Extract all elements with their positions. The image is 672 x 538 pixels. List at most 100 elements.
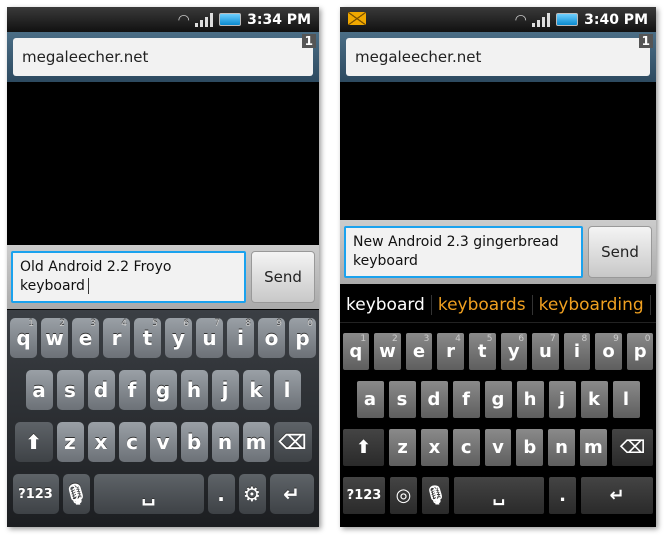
key-v[interactable]: v [149, 422, 177, 462]
key-y[interactable]: 6y [165, 318, 192, 358]
key-f[interactable]: f [452, 381, 480, 418]
key-k[interactable]: k [242, 370, 270, 410]
key-label: h [523, 389, 537, 410]
key-u[interactable]: 7u [532, 333, 559, 370]
key-d[interactable]: d [87, 370, 115, 410]
key-d[interactable]: d [420, 381, 448, 418]
mic-key[interactable]: 🎙 [62, 474, 90, 514]
key-o[interactable]: 9o [595, 333, 622, 370]
key-label: g [155, 378, 171, 402]
key-label: t [142, 326, 153, 350]
symbols-key[interactable]: ?123 [12, 474, 59, 514]
key-l[interactable]: l [273, 370, 301, 410]
settings-key[interactable]: ◎ [390, 477, 417, 514]
key-g[interactable]: g [149, 370, 177, 410]
key-z[interactable]: z [56, 422, 84, 462]
key-q[interactable]: 1q [342, 333, 370, 370]
key-number: 8 [245, 319, 251, 329]
key-e[interactable]: 3e [72, 318, 99, 358]
backspace-icon: ⌫ [619, 437, 646, 458]
suggestion-item[interactable]: keyboards [432, 294, 533, 315]
key-w[interactable]: 2w [374, 333, 401, 370]
key-w[interactable]: 2w [41, 318, 68, 358]
key-m[interactable]: m [242, 422, 270, 462]
key-h[interactable]: h [180, 370, 208, 410]
key-n[interactable]: n [548, 429, 575, 466]
key-e[interactable]: 3e [405, 333, 433, 370]
key-y[interactable]: 6y [500, 333, 528, 370]
key-number: 4 [121, 319, 127, 329]
key-g[interactable]: g [484, 381, 512, 418]
shift-key[interactable]: ⬆ [14, 422, 53, 462]
suggestion-item[interactable]: k [651, 295, 656, 315]
key-label: a [363, 389, 377, 410]
enter-icon: ↵ [609, 485, 625, 506]
key-p[interactable]: 0p [626, 333, 654, 370]
settings-key[interactable]: ⚙ [238, 474, 266, 514]
key-label: l [622, 389, 630, 410]
shift-key[interactable]: ⬆ [342, 429, 385, 466]
period-key[interactable]: . [207, 474, 235, 514]
key-label: w [379, 341, 396, 362]
send-button[interactable]: Send [588, 226, 652, 278]
key-u[interactable]: 7u [196, 318, 223, 358]
key-x[interactable]: x [421, 429, 448, 466]
key-a[interactable]: a [356, 381, 384, 418]
key-i[interactable]: 8i [227, 318, 254, 358]
key-j[interactable]: j [211, 370, 239, 410]
key-row: asdfghjkl [7, 370, 319, 410]
mic-key[interactable]: 🎙 [422, 477, 449, 514]
key-l[interactable]: l [612, 381, 640, 418]
backspace-key[interactable]: ⌫ [611, 429, 654, 466]
key-c[interactable]: c [118, 422, 146, 462]
key-f[interactable]: f [118, 370, 146, 410]
backspace-key[interactable]: ⌫ [273, 422, 312, 462]
symbols-key[interactable]: ?123 [343, 477, 385, 514]
key-q[interactable]: 1q [10, 318, 37, 358]
url-field[interactable]: megaleecher.net [346, 38, 650, 76]
message-input[interactable]: Old Android 2.2 Froyo keyboard [11, 251, 246, 303]
key-x[interactable]: x [87, 422, 115, 462]
key-number: 5 [152, 319, 158, 329]
key-label: b [523, 437, 537, 458]
enter-key[interactable]: ↵ [581, 477, 653, 514]
key-label: i [573, 341, 581, 362]
tab-count-badge[interactable]: 1 [638, 34, 653, 48]
key-b[interactable]: b [180, 422, 208, 462]
url-field[interactable]: megaleecher.net [13, 38, 313, 76]
period-key[interactable]: . [549, 477, 576, 514]
key-label: v [492, 437, 504, 458]
key-z[interactable]: z [389, 429, 416, 466]
key-o[interactable]: 9o [258, 318, 285, 358]
shift-arrow-icon: ⬆ [25, 430, 42, 454]
suggestion-item[interactable]: keyboarding [533, 294, 651, 315]
key-label: p [295, 326, 310, 350]
suggestion-item[interactable]: keyboard [346, 294, 432, 315]
key-r[interactable]: 4r [437, 333, 464, 370]
enter-key[interactable]: ↵ [269, 474, 314, 514]
key-a[interactable]: a [25, 370, 53, 410]
send-button[interactable]: Send [251, 251, 315, 303]
key-h[interactable]: h [516, 381, 544, 418]
message-input[interactable]: New Android 2.3 gingerbread keyboard [344, 226, 583, 278]
key-label: q [16, 326, 31, 350]
space-key[interactable]: ␣ [93, 474, 204, 514]
key-v[interactable]: v [484, 429, 512, 466]
signal-icon [532, 12, 551, 27]
key-s[interactable]: s [56, 370, 84, 410]
key-p[interactable]: 0p [289, 318, 316, 358]
key-i[interactable]: 8i [563, 333, 591, 370]
key-k[interactable]: k [580, 381, 608, 418]
key-s[interactable]: s [388, 381, 416, 418]
key-n[interactable]: n [211, 422, 239, 462]
key-r[interactable]: 4r [103, 318, 130, 358]
key-m[interactable]: m [579, 429, 607, 466]
tab-count-badge[interactable]: 1 [301, 34, 316, 48]
key-c[interactable]: c [452, 429, 480, 466]
key-t[interactable]: 5t [134, 318, 161, 358]
key-j[interactable]: j [548, 381, 576, 418]
key-b[interactable]: b [516, 429, 544, 466]
battery-icon [219, 13, 242, 26]
space-key[interactable]: ␣ [454, 477, 544, 514]
key-t[interactable]: 5t [468, 333, 496, 370]
